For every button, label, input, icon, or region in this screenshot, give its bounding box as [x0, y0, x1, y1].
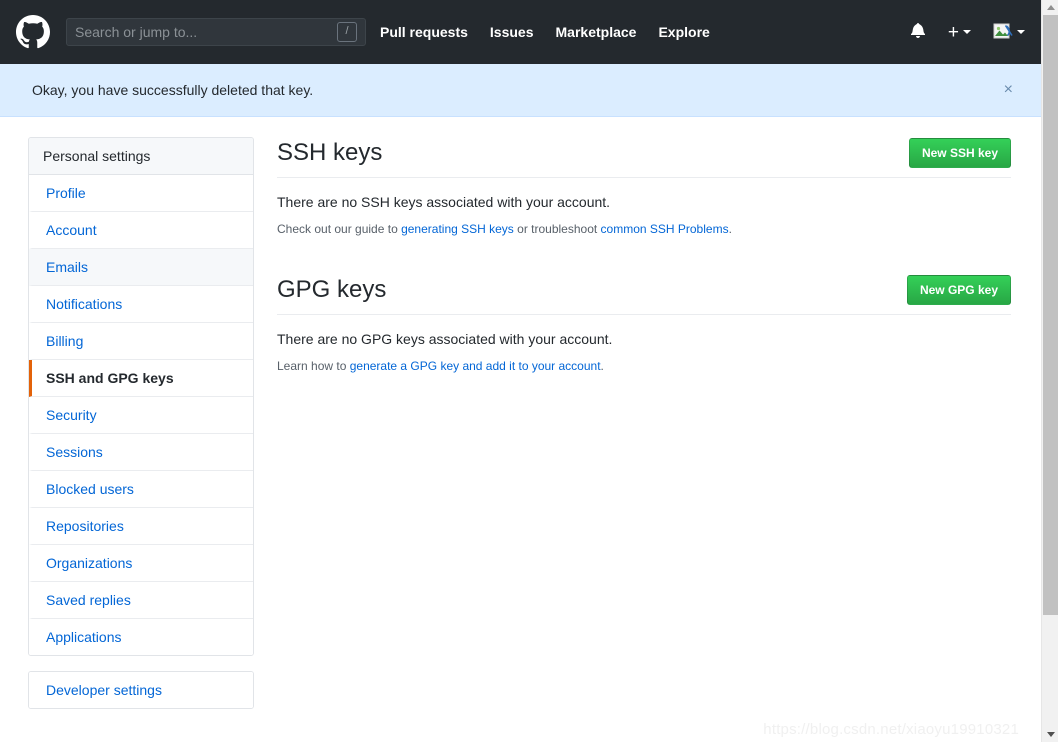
common-ssh-problems-link[interactable]: common SSH Problems	[601, 222, 729, 236]
settings-sidebar: Personal settings Profile Account Emails…	[28, 137, 254, 709]
sidebar-group-personal-settings: Personal settings Profile Account Emails…	[28, 137, 254, 656]
search-input[interactable]	[75, 24, 337, 40]
notifications-bell-icon[interactable]	[910, 22, 926, 42]
gpg-keys-help-note: Learn how to generate a GPG key and add …	[277, 359, 1011, 373]
sidebar-group-header: Personal settings	[29, 138, 253, 175]
gpg-keys-title: GPG keys	[277, 276, 387, 303]
sidebar-item-sessions[interactable]: Sessions	[29, 434, 253, 471]
settings-layout: Personal settings Profile Account Emails…	[0, 117, 1041, 709]
generating-ssh-keys-link[interactable]: generating SSH keys	[401, 222, 514, 236]
github-logo-icon[interactable]	[16, 15, 50, 49]
ssh-keys-help-note: Check out our guide to generating SSH ke…	[277, 222, 1011, 236]
nav-link-pull-requests[interactable]: Pull requests	[380, 24, 468, 40]
new-gpg-key-button[interactable]: New GPG key	[906, 275, 1011, 305]
gpg-keys-section: GPG keys New GPG key There are no GPG ke…	[277, 275, 1011, 373]
sidebar-item-ssh-and-gpg-keys[interactable]: SSH and GPG keys	[29, 360, 253, 397]
sidebar-item-organizations[interactable]: Organizations	[29, 545, 253, 582]
global-header: / Pull requests Issues Marketplace Explo…	[0, 0, 1041, 64]
create-new-menu[interactable]: +	[948, 23, 971, 42]
scrollbar-thumb[interactable]	[1043, 15, 1058, 615]
flash-message: Okay, you have successfully deleted that…	[32, 82, 314, 98]
flash-notice: Okay, you have successfully deleted that…	[0, 64, 1041, 117]
sidebar-item-developer-settings[interactable]: Developer settings	[29, 672, 253, 708]
sidebar-item-saved-replies[interactable]: Saved replies	[29, 582, 253, 619]
sidebar-item-emails[interactable]: Emails	[29, 249, 253, 286]
page-viewport: / Pull requests Issues Marketplace Explo…	[0, 0, 1041, 742]
sidebar-item-security[interactable]: Security	[29, 397, 253, 434]
sidebar-item-billing[interactable]: Billing	[29, 323, 253, 360]
sidebar-item-profile[interactable]: Profile	[29, 175, 253, 212]
gpg-keys-blank-message: There are no GPG keys associated with yo…	[277, 331, 613, 347]
gpg-keys-header: GPG keys New GPG key	[277, 275, 1011, 315]
generate-gpg-key-link[interactable]: generate a GPG key and add it to your ac…	[350, 359, 601, 373]
plus-icon: +	[947, 21, 959, 43]
sidebar-group-developer-settings: Developer settings	[28, 671, 254, 709]
watermark: https://blog.csdn.net/xiaoyu19910321	[763, 721, 1019, 738]
nav-link-marketplace[interactable]: Marketplace	[556, 24, 637, 40]
help-note-suffix: .	[728, 222, 732, 236]
help-note-suffix: .	[600, 359, 604, 373]
help-note-prefix: Check out our guide to	[277, 222, 402, 236]
new-ssh-key-button[interactable]: New SSH key	[908, 138, 1011, 168]
sidebar-item-account[interactable]: Account	[29, 212, 253, 249]
ssh-keys-blank-message: There are no SSH keys associated with yo…	[277, 194, 611, 210]
search-box[interactable]: /	[66, 18, 366, 46]
user-menu[interactable]	[993, 22, 1025, 42]
chevron-down-icon	[1017, 30, 1025, 34]
primary-nav: Pull requests Issues Marketplace Explore	[380, 24, 910, 40]
search-shortcut-badge: /	[337, 22, 357, 42]
broken-image-avatar-icon	[993, 22, 1013, 42]
main-content: SSH keys New SSH key There are no SSH ke…	[277, 137, 1011, 709]
ssh-keys-header: SSH keys New SSH key	[277, 138, 1011, 178]
page-title: SSH keys	[277, 139, 383, 166]
help-note-middle: or troubleshoot	[513, 222, 601, 236]
help-note-prefix: Learn how to	[277, 359, 350, 373]
sidebar-item-blocked-users[interactable]: Blocked users	[29, 471, 253, 508]
sidebar-item-applications[interactable]: Applications	[29, 619, 253, 655]
sidebar-item-repositories[interactable]: Repositories	[29, 508, 253, 545]
scroll-up-arrow-icon[interactable]	[1042, 0, 1058, 15]
sidebar-item-notifications[interactable]: Notifications	[29, 286, 253, 323]
nav-link-explore[interactable]: Explore	[658, 24, 709, 40]
close-icon[interactable]: ×	[994, 76, 1023, 104]
vertical-scrollbar[interactable]	[1041, 0, 1058, 742]
header-actions: +	[910, 22, 1025, 42]
nav-link-issues[interactable]: Issues	[490, 24, 534, 40]
scroll-down-arrow-icon[interactable]	[1042, 727, 1058, 742]
chevron-down-icon	[963, 30, 971, 34]
ssh-keys-section: SSH keys New SSH key There are no SSH ke…	[277, 138, 1011, 236]
